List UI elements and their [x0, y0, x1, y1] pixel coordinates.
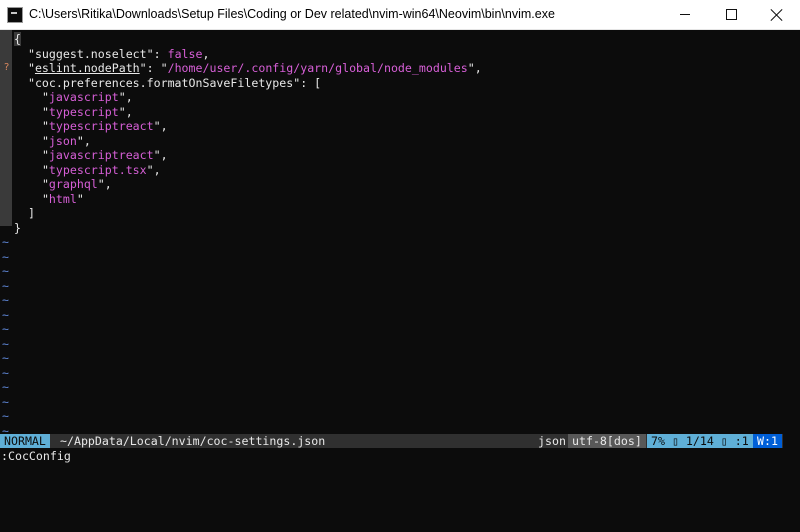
filetype: json: [538, 434, 566, 448]
code-text: "suggest.noselect": false,: [27, 46, 210, 61]
file-encoding: utf-8[dos]: [568, 434, 646, 448]
empty-line-tilde: ~: [2, 351, 9, 365]
editor-buffer[interactable]: { "suggest.noselect": false,? "eslint.no…: [0, 30, 800, 434]
code-text: ]: [27, 206, 35, 220]
empty-line-tilde: ~: [2, 264, 9, 278]
diagnostic-sign-icon: ?: [3, 62, 10, 73]
window-title: C:\Users\Ritika\Downloads\Setup Files\Co…: [29, 7, 555, 21]
maximize-icon: [725, 9, 737, 20]
empty-line-tilde: ~: [2, 409, 9, 423]
terminal-icon: [7, 7, 23, 23]
mode-indicator: NORMAL: [0, 434, 50, 448]
empty-line-tilde: ~: [2, 336, 9, 351]
empty-line-tilde: ~: [2, 278, 9, 293]
empty-line-tilde: ~: [2, 307, 9, 322]
empty-line-tilde: ~: [2, 394, 9, 409]
close-button[interactable]: [754, 0, 800, 29]
statusline: NORMAL ~/AppData/Local/nvim/coc-settings…: [0, 434, 783, 448]
empty-line-tilde: ~: [2, 322, 9, 336]
warning-count: W:1: [753, 434, 782, 448]
minimize-icon: [680, 14, 690, 15]
scrollbar[interactable]: [783, 30, 800, 433]
code-text: }: [14, 220, 21, 235]
empty-line-tilde: ~: [2, 380, 9, 394]
code-text: "eslint.nodePath": "/home/user/.config/y…: [27, 61, 482, 75]
code-text: "typescript",: [41, 104, 133, 119]
empty-line-tilde: ~: [2, 423, 9, 435]
code-text: "graphql",: [41, 177, 112, 191]
code-text: "json",: [41, 133, 91, 148]
empty-line-tilde: ~: [2, 235, 9, 249]
code-text: "html": [41, 191, 84, 206]
maximize-button[interactable]: [708, 0, 754, 29]
code-text: "typescriptreact",: [41, 119, 168, 133]
code-text: "javascript",: [41, 90, 133, 104]
cursor-position: 7% ▯ 1/14 ▯ :1: [647, 434, 753, 448]
code-text: "coc.preferences.formatOnSaveFiletypes":…: [27, 75, 322, 90]
code-text: "javascriptreact",: [41, 148, 168, 162]
empty-line-tilde: ~: [2, 365, 9, 380]
window-titlebar[interactable]: C:\Users\Ritika\Downloads\Setup Files\Co…: [0, 0, 800, 30]
close-icon: [771, 9, 783, 21]
empty-line-tilde: ~: [2, 249, 9, 264]
command-line[interactable]: :CocConfig: [0, 449, 800, 463]
file-path: ~/AppData/Local/nvim/coc-settings.json: [60, 434, 326, 448]
code-text: {: [14, 32, 21, 46]
empty-line-tilde: ~: [2, 293, 9, 307]
code-text: "typescript.tsx",: [41, 162, 161, 177]
minimize-button[interactable]: [662, 0, 708, 29]
